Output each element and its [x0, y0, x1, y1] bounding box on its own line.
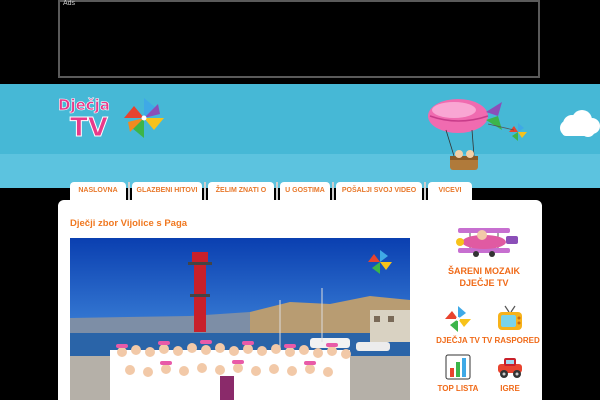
nav-item-vicevi[interactable]: VICEVI	[428, 182, 472, 200]
airship-illustration	[418, 94, 598, 184]
nav-separator	[332, 182, 334, 200]
sareni-mozaik-banner[interactable]: ŠARENI MOZAIK DJEČJE TV	[436, 220, 532, 298]
sidebar-item-label: DJEČJA TV	[436, 336, 480, 345]
svg-text:Dječja: Dječja	[58, 96, 110, 114]
nav-item-label: ŽELIM ZNATI O	[215, 187, 267, 194]
nav-item-zelim-znati-o[interactable]: ŽELIM ZNATI O	[208, 182, 274, 200]
sidebar-item-tv-raspored[interactable]: TV RASPORED	[482, 302, 540, 348]
sareni-mozaik-title: ŠARENI MOZAIK	[448, 266, 520, 276]
sareni-mozaik-subtitle: DJEČJE TV	[459, 278, 509, 288]
sidebar-item-djecja-tv[interactable]: DJEČJA TV	[434, 302, 482, 348]
airplane-icon	[456, 228, 518, 257]
nav-item-u-gostima[interactable]: U GOSTIMA	[280, 182, 330, 200]
sidebar-item-igre[interactable]: IGRE	[482, 350, 538, 398]
site-logo[interactable]: Dječja TV	[56, 92, 168, 144]
nav-separator	[276, 182, 278, 200]
svg-text:TV: TV	[70, 113, 108, 138]
nav-item-label: NASLOVNA	[78, 187, 118, 194]
nav-item-label: GLAZBENI HITOVI	[136, 187, 198, 194]
article-title[interactable]: Dječji zbor Vijolice s Paga	[70, 218, 187, 229]
sidebar-item-top-lista[interactable]: TOP LISTA	[434, 350, 482, 398]
nav-item-label: POŠALJI SVOJ VIDEO	[341, 187, 417, 194]
sidebar-item-label: TOP LISTA	[437, 384, 479, 393]
toy-car-icon	[498, 358, 522, 378]
nav-separator	[424, 182, 426, 200]
sidebar-item-label: IGRE	[500, 384, 520, 393]
nav-item-naslovna[interactable]: NASLOVNA	[70, 182, 126, 200]
nav-item-label: U GOSTIMA	[285, 187, 325, 194]
nav-item-glazbeni-hitovi[interactable]: GLAZBENI HITOVI	[132, 182, 202, 200]
pinwheel-icon	[124, 98, 164, 138]
main-nav: NASLOVNA GLAZBENI HITOVI ŽELIM ZNATI O U…	[64, 182, 540, 202]
article-photo[interactable]	[70, 238, 410, 400]
tv-icon	[498, 305, 522, 330]
nav-item-label: VICEVI	[438, 187, 462, 194]
chart-icon	[445, 354, 471, 380]
sidebar-item-label: TV RASPORED	[482, 336, 540, 345]
pinwheel-icon	[445, 306, 471, 332]
ad-banner[interactable]: Ads	[58, 0, 540, 78]
nav-item-posalji-svoj-video[interactable]: POŠALJI SVOJ VIDEO	[336, 182, 422, 200]
ad-label: Ads	[63, 0, 76, 7]
nav-separator	[128, 182, 130, 200]
nav-separator	[204, 182, 206, 200]
